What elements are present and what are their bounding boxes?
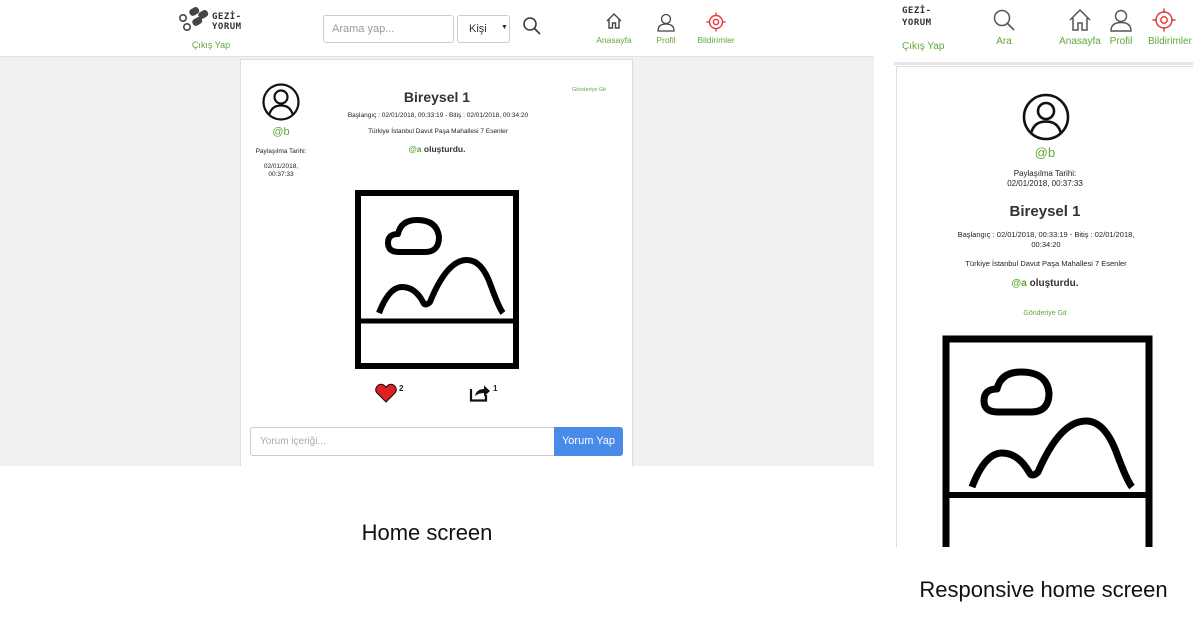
mobile-created-text: oluşturdu. — [1029, 278, 1079, 289]
home-icon — [1069, 8, 1091, 31]
post-title: Bireysel 1 — [403, 89, 471, 105]
post-username[interactable]: @b — [261, 126, 301, 138]
home-icon — [606, 13, 622, 29]
image-placeholder-icon — [355, 190, 519, 369]
mobile-post-username[interactable]: @b — [995, 145, 1095, 160]
mobile-nav-notifications-label: Bildirimler — [1148, 36, 1192, 47]
share-date: 02/01/2018, 00:37:33 — [263, 163, 299, 178]
search-filter-value: Kişi — [469, 23, 487, 35]
post-created-by: @a oluşturdu. — [337, 144, 537, 154]
mobile-post-card: @b Paylaşılma Tarihi: 02/01/2018, 00:37:… — [896, 66, 1193, 547]
avatar-icon[interactable] — [1022, 93, 1070, 141]
heart-icon — [375, 383, 397, 403]
share-button[interactable]: 1 — [469, 381, 509, 403]
mobile-logo-text-line2: YORUM — [902, 18, 932, 28]
avatar-icon[interactable] — [262, 83, 300, 121]
mobile-nav-search-label: Ara — [996, 36, 1012, 47]
post-dates: Başlangıç : 02/01/2018, 00:33:19 - Bitiş… — [347, 112, 529, 119]
chevron-down-icon: ▼ — [501, 24, 508, 31]
search-icon[interactable] — [522, 16, 542, 36]
user-icon — [1110, 9, 1132, 32]
mobile-logo-text-line1: GEZİ- — [902, 6, 932, 16]
mobile-post-dates-line2: 00:34:20 — [1031, 240, 1061, 249]
desktop-home-screen: GEZİ- YORUM Çıkış Yap Arama yap... Kişi … — [0, 0, 874, 466]
top-navbar: GEZİ- YORUM Çıkış Yap Arama yap... Kişi … — [0, 0, 874, 57]
comment-input[interactable]: Yorum içeriği... — [250, 427, 555, 456]
mobile-post-created-by: @a oluşturdu. — [945, 278, 1145, 289]
nav-home-label: Anasayfa — [596, 35, 632, 45]
post-location: Türkiye İstanbul Davut Paşa Mahallesi 7 … — [368, 128, 508, 135]
nav-profile-label: Profil — [656, 35, 676, 45]
mobile-post-dates-line1: Başlangıç : 02/01/2018, 00:33:19 - Bitiş… — [957, 230, 1135, 239]
share-date-label: Paylaşılma Tarihi: — [255, 148, 307, 155]
created-text: oluşturdu. — [423, 144, 466, 154]
comment-submit-button[interactable]: Yorum Yap — [554, 427, 623, 456]
mobile-top-navbar: GEZİ- YORUM Çıkış Yap Ara Anasayfa Profi… — [894, 0, 1193, 65]
target-icon — [1152, 8, 1176, 32]
logo-text-line1: GEZİ- — [212, 12, 242, 22]
mobile-logo[interactable]: GEZİ- YORUM — [902, 7, 952, 31]
search-input[interactable]: Arama yap... — [323, 15, 454, 43]
mobile-nav-profile[interactable]: Profil — [1106, 8, 1136, 50]
mobile-share-date: 02/01/2018, 00:37:33 — [1007, 179, 1083, 188]
mobile-go-to-post-link[interactable]: Gönderiye Git — [995, 310, 1095, 317]
mobile-nav-home[interactable]: Anasayfa — [1056, 8, 1104, 50]
image-placeholder-icon — [942, 335, 1153, 547]
mobile-creator-username[interactable]: @a — [1012, 278, 1027, 289]
mobile-nav-notifications[interactable]: Bildirimler — [1146, 8, 1193, 50]
go-to-post-link[interactable]: Gönderiye Git — [572, 87, 606, 93]
mobile-caption: Responsive home screen — [919, 577, 1168, 602]
mobile-logout-link[interactable]: Çıkış Yap — [902, 41, 944, 52]
mobile-nav-home-label: Anasayfa — [1059, 36, 1101, 47]
nav-notifications-label: Bildirimler — [697, 35, 735, 45]
search-icon — [993, 9, 1015, 31]
creator-username[interactable]: @a — [409, 144, 422, 154]
nav-notifications[interactable]: Bildirimler — [694, 10, 738, 46]
logout-link[interactable]: Çıkış Yap — [186, 40, 236, 50]
like-count: 2 — [399, 384, 404, 393]
nav-home[interactable]: Anasayfa — [594, 10, 634, 46]
logo-text-line2: YORUM — [212, 22, 242, 32]
logo[interactable]: GEZİ- YORUM — [176, 4, 248, 34]
target-icon — [706, 12, 726, 32]
user-icon — [657, 13, 675, 32]
mobile-nav-search[interactable]: Ara — [989, 8, 1019, 50]
mobile-post-location: Türkiye İstanbul Davut Paşa Mahallesi 7 … — [965, 259, 1127, 268]
desktop-caption: Home screen — [361, 520, 493, 545]
share-count: 1 — [493, 384, 498, 393]
search-filter-select[interactable]: Kişi ▼ — [457, 15, 510, 43]
mobile-post-title: Bireysel 1 — [1009, 203, 1081, 220]
mobile-nav-profile-label: Profil — [1109, 36, 1133, 47]
share-icon — [469, 385, 490, 402]
nav-profile[interactable]: Profil — [648, 10, 684, 46]
like-button[interactable]: 2 — [375, 381, 415, 403]
mobile-share-date-label: Paylaşılma Tarihi: — [1013, 169, 1077, 178]
logo-icon — [178, 7, 209, 31]
post-card: @b Paylaşılma Tarihi: 02/01/2018, 00:37:… — [240, 59, 633, 466]
mobile-home-screen: GEZİ- YORUM Çıkış Yap Ara Anasayfa Profi… — [894, 0, 1193, 547]
